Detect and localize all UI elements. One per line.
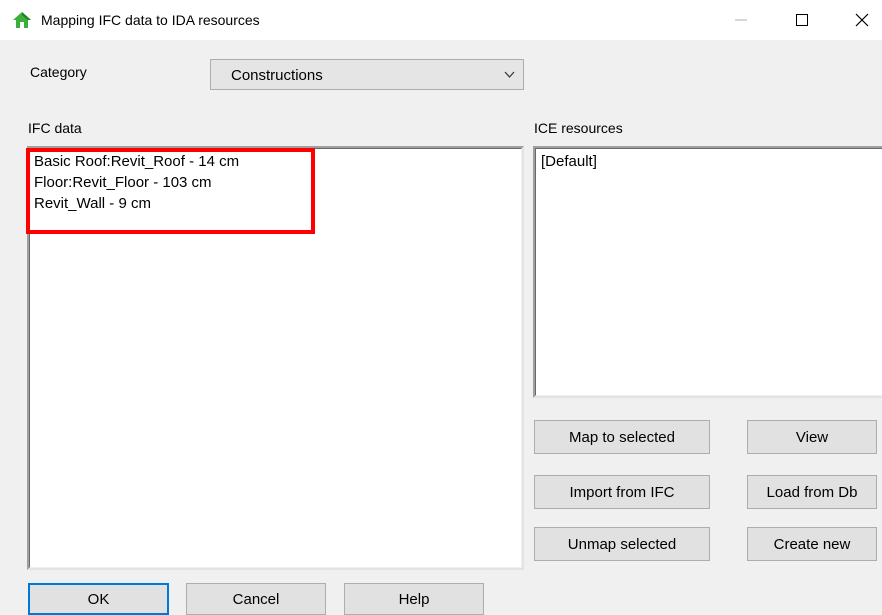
maximize-icon <box>796 14 808 26</box>
list-item[interactable]: Basic Roof:Revit_Roof - 14 cm <box>29 151 239 172</box>
title-bar: Mapping IFC data to IDA resources <box>0 0 882 40</box>
close-icon <box>855 13 869 27</box>
unmap-selected-button[interactable]: Unmap selected <box>534 527 710 561</box>
ice-resources-list-frame <box>535 148 882 396</box>
category-selected-value: Constructions <box>231 67 323 84</box>
load-from-db-button[interactable]: Load from Db <box>747 475 877 509</box>
chevron-down-icon <box>504 71 515 78</box>
ok-button[interactable]: OK <box>28 583 169 615</box>
import-from-ifc-button[interactable]: Import from IFC <box>534 475 710 509</box>
help-button[interactable]: Help <box>344 583 484 615</box>
ifc-data-items: Basic Roof:Revit_Roof - 14 cm Floor:Revi… <box>29 151 239 214</box>
create-new-button[interactable]: Create new <box>747 527 877 561</box>
maximize-button[interactable] <box>782 6 822 34</box>
cancel-button[interactable]: Cancel <box>186 583 326 615</box>
ifc-data-label: IFC data <box>28 120 82 136</box>
close-button[interactable] <box>842 6 882 34</box>
list-item[interactable]: Floor:Revit_Floor - 103 cm <box>29 172 239 193</box>
category-label: Category <box>30 64 87 80</box>
minimize-icon <box>735 19 747 21</box>
map-to-selected-button[interactable]: Map to selected <box>534 420 710 454</box>
window-title: Mapping IFC data to IDA resources <box>41 12 260 28</box>
ice-resources-list[interactable]: [Default] <box>533 146 882 398</box>
category-select[interactable]: Constructions <box>210 59 524 90</box>
minimize-button[interactable] <box>721 6 761 34</box>
ice-resources-items: [Default] <box>536 151 597 172</box>
list-item[interactable]: Revit_Wall - 9 cm <box>29 193 239 214</box>
ifc-data-list[interactable]: Basic Roof:Revit_Roof - 14 cm Floor:Revi… <box>27 146 524 570</box>
view-button[interactable]: View <box>747 420 877 454</box>
list-item[interactable]: [Default] <box>536 151 597 172</box>
house-icon <box>13 12 31 28</box>
ice-resources-label: ICE resources <box>534 120 623 136</box>
